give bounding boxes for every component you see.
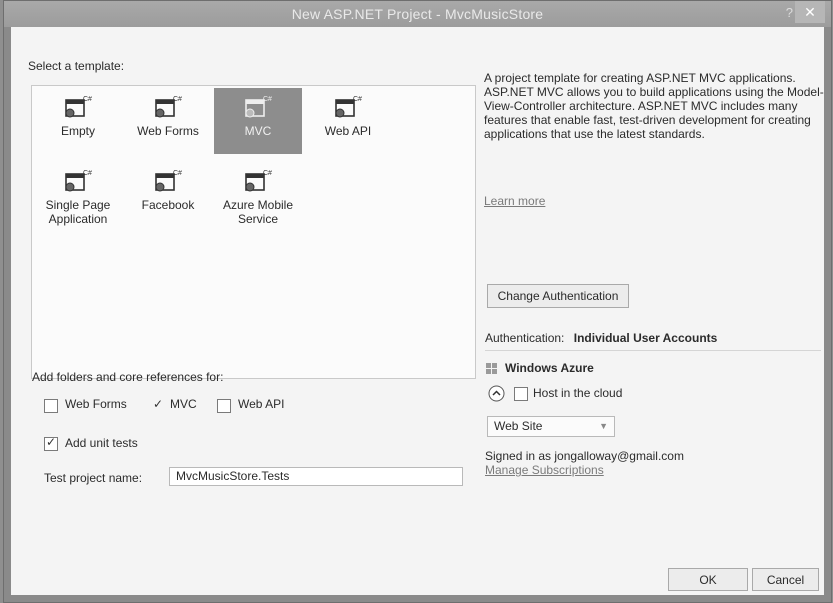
change-authentication-button[interactable]: Change Authentication <box>487 284 629 308</box>
csharp-badge: C# <box>263 170 272 177</box>
azure-site-type-select[interactable]: Web Site ▼ <box>487 416 615 437</box>
window-title: New ASP.NET Project - MvcMusicStore <box>291 6 544 22</box>
windows-azure-icon <box>486 363 497 374</box>
azure-site-type-value: Web Site <box>494 419 543 433</box>
authentication-label: Authentication: Individual User Accounts <box>485 331 717 345</box>
template-name: Empty <box>60 124 95 138</box>
template-name: Web API <box>324 124 372 138</box>
dialog-window: New ASP.NET Project - MvcMusicStore ? ✕ … <box>3 0 832 603</box>
csharp-badge: C# <box>173 170 182 177</box>
test-project-name-label: Test project name: <box>44 471 143 485</box>
csharp-badge: C# <box>353 96 362 103</box>
title-bar[interactable]: New ASP.NET Project - MvcMusicStore ? ✕ <box>4 1 831 27</box>
csharp-badge: C# <box>83 170 92 177</box>
template-project-icon: C# <box>65 96 92 118</box>
manage-subscriptions-link[interactable]: Manage Subscriptions <box>485 463 604 477</box>
template-azure-mobile-service[interactable]: C# Azure Mobile Service <box>214 162 302 242</box>
authentication-caption: Authentication: <box>485 331 565 345</box>
ok-button[interactable]: OK <box>668 568 748 591</box>
host-in-cloud-label: Host in the cloud <box>533 386 623 400</box>
web-api-checkbox[interactable] <box>217 399 231 413</box>
template-mvc[interactable]: C# MVC <box>214 88 302 154</box>
learn-more-link[interactable]: Learn more <box>484 194 545 208</box>
template-name: Web Forms <box>137 124 199 138</box>
authentication-value: Individual User Accounts <box>573 331 718 345</box>
template-project-icon: C# <box>335 96 362 118</box>
template-description: A project template for creating ASP.NET … <box>484 71 824 141</box>
template-web-api[interactable]: C# Web API <box>304 88 392 154</box>
divider <box>485 350 821 351</box>
dialog-content: Select a template: C# Empty C# Web Forms… <box>11 27 824 595</box>
template-list: C# Empty C# Web Forms C# MVC C# Web API … <box>31 85 476 379</box>
template-project-icon: C# <box>65 170 92 192</box>
add-unit-tests-checkbox[interactable] <box>44 435 58 451</box>
web-api-label: Web API <box>238 397 285 411</box>
csharp-badge: C# <box>173 96 182 103</box>
close-button[interactable]: ✕ <box>795 1 825 23</box>
csharp-badge: C# <box>263 96 272 103</box>
web-forms-label: Web Forms <box>65 397 127 411</box>
cancel-button[interactable]: Cancel <box>752 568 819 591</box>
test-project-name-input[interactable]: MvcMusicStore.Tests <box>169 467 463 486</box>
host-in-cloud-checkbox[interactable] <box>514 387 528 401</box>
template-name: Facebook <box>141 198 195 212</box>
help-button[interactable]: ? <box>786 5 793 20</box>
web-forms-checkbox[interactable] <box>44 399 58 413</box>
csharp-badge: C# <box>83 96 92 103</box>
template-facebook[interactable]: C# Facebook <box>124 162 212 228</box>
mvc-checkbox[interactable] <box>151 397 165 413</box>
mvc-label: MVC <box>170 397 197 411</box>
template-name: Azure Mobile Service <box>222 198 294 226</box>
signed-in-text: Signed in as jongalloway@gmail.com <box>485 449 684 463</box>
template-web-forms[interactable]: C# Web Forms <box>124 88 212 154</box>
template-empty[interactable]: C# Empty <box>34 88 122 154</box>
windows-azure-title: Windows Azure <box>505 361 594 375</box>
chevron-down-icon: ▼ <box>599 421 608 431</box>
collapse-chevron-icon[interactable] <box>488 385 505 402</box>
template-single-page-application[interactable]: C# Single Page Application <box>34 162 122 242</box>
select-template-label: Select a template: <box>28 59 125 73</box>
template-project-icon: C# <box>155 170 182 192</box>
template-project-icon: C# <box>245 96 272 118</box>
template-name: MVC <box>244 124 272 138</box>
add-unit-tests-label: Add unit tests <box>65 436 138 450</box>
folders-label: Add folders and core references for: <box>32 370 224 384</box>
template-project-icon: C# <box>155 96 182 118</box>
template-name: Single Page Application <box>45 198 111 226</box>
template-project-icon: C# <box>245 170 272 192</box>
